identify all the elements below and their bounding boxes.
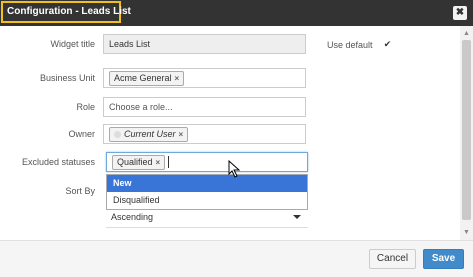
excluded-statuses-select[interactable]: Qualified × [106,152,308,172]
close-button[interactable]: ✖ [453,6,467,20]
sort-order-value: Ascending [111,212,154,222]
remove-tag-icon[interactable]: × [156,158,161,167]
dialog-footer: Cancel Save [0,240,473,277]
owner-label: Owner [68,129,95,139]
status-dropdown: New Disqualified [106,174,308,210]
widget-title-input[interactable]: Leads List [103,34,306,54]
widget-title-label: Widget title [50,39,95,49]
dialog-title: Configuration - Leads List [1,1,131,23]
owner-tag: Current User × [109,127,189,142]
business-unit-select[interactable]: Acme General × [103,68,306,88]
remove-tag-icon[interactable]: × [175,74,180,83]
excluded-status-tag: Qualified × [112,155,166,170]
vertical-scrollbar[interactable]: ▲ ▼ [460,26,473,240]
remove-tag-icon[interactable]: × [179,130,184,139]
sort-by-label: Sort By [65,186,95,196]
dropdown-option-new[interactable]: New [107,175,307,192]
dialog-content: Widget title Leads List Use default ✔ Bu… [0,26,460,240]
user-icon [114,131,121,139]
configuration-dialog: Configuration - Leads List ✖ Widget titl… [0,0,473,277]
chevron-down-icon [293,215,301,219]
role-label: Role [76,102,95,112]
dropdown-option-disqualified[interactable]: Disqualified [107,192,307,209]
text-caret [168,156,170,168]
role-select[interactable]: Choose a role... [103,97,306,117]
business-unit-tag-label: Acme General [114,73,172,83]
excluded-status-tag-label: Qualified [117,157,153,167]
business-unit-label: Business Unit [39,73,95,83]
use-default-checkbox[interactable]: ✔ [383,40,392,49]
cancel-button[interactable]: Cancel [369,249,416,269]
sort-order-select[interactable]: Ascending [106,208,308,228]
business-unit-tag: Acme General × [109,71,185,86]
use-default-label: Use default [327,40,373,50]
owner-select[interactable]: Current User × [103,124,306,144]
mouse-cursor-icon [228,160,241,178]
title-bar: Configuration - Leads List ✖ [0,0,473,26]
save-button[interactable]: Save [423,249,464,269]
excluded-statuses-label: Excluded statuses [21,157,95,167]
scroll-up-icon[interactable]: ▲ [462,29,471,38]
scroll-down-icon[interactable]: ▼ [462,228,471,237]
owner-tag-label: Current User [124,129,176,139]
scrollbar-thumb[interactable] [462,40,471,220]
